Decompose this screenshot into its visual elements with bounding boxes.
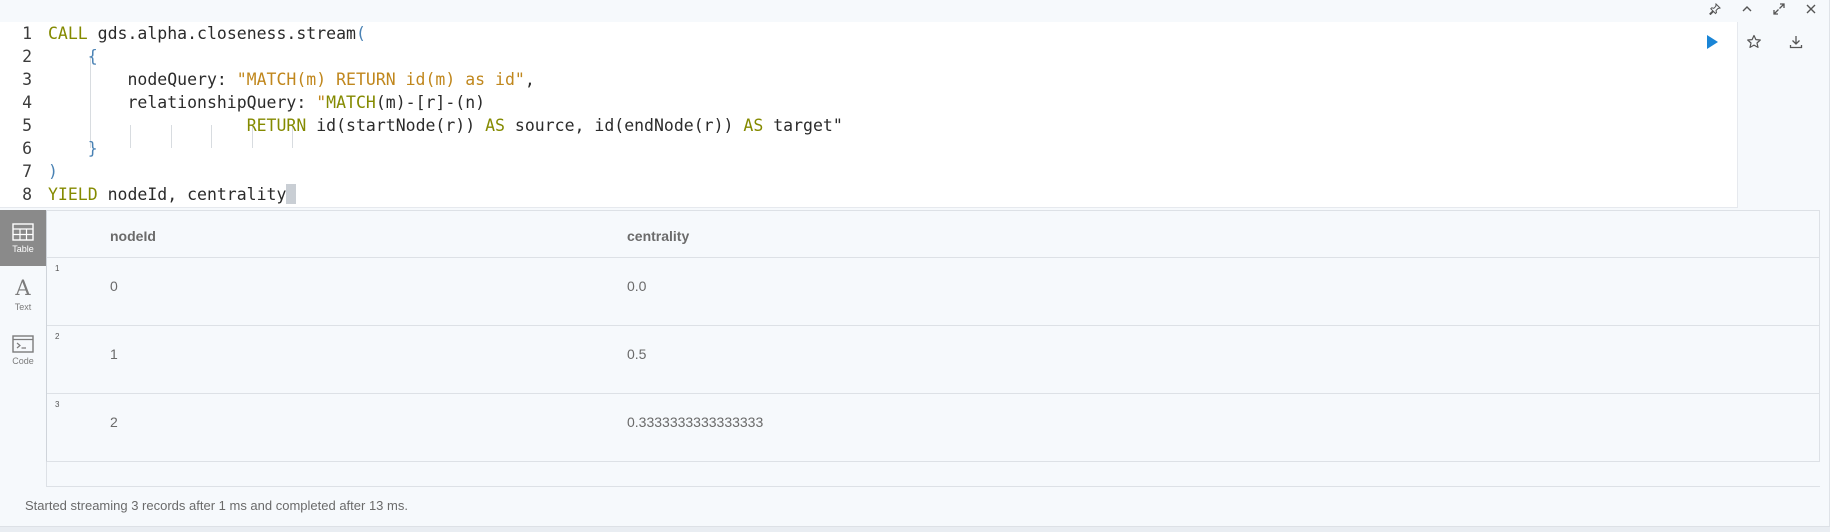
code-token: "MATCH(m) RETURN id(m) as id"	[236, 70, 525, 89]
row-number: 1	[55, 264, 60, 273]
row-number: 3	[55, 400, 60, 409]
line-number: 4	[22, 93, 32, 112]
frame-bottom-edge	[0, 526, 1830, 532]
code-token: )	[48, 162, 58, 181]
code-text: }	[48, 137, 98, 160]
column-header-centrality[interactable]: centrality	[627, 228, 689, 244]
download-icon[interactable]	[1785, 30, 1807, 54]
divider	[46, 486, 1820, 487]
cell-nodeid: 2	[110, 414, 118, 430]
table-row: 3 2 0.3333333333333333	[47, 394, 1819, 462]
line-number: 8	[22, 185, 32, 204]
code-line: 4 relationshipQuery: "MATCH(m)-[r]-(n)	[0, 91, 1700, 114]
code-text: YIELD nodeId, centrality	[48, 183, 297, 206]
code-token: (	[355, 24, 366, 43]
table-icon	[12, 222, 34, 241]
line-number: 7	[22, 162, 32, 181]
frame-controls	[1707, 0, 1819, 18]
line-number: 5	[22, 116, 32, 135]
text-cursor	[286, 184, 297, 204]
tab-table[interactable]: Table	[0, 210, 46, 266]
code-token: }	[87, 139, 98, 158]
text-icon: A	[14, 277, 31, 299]
row-number: 2	[55, 332, 60, 341]
code-text: )	[48, 160, 58, 183]
code-token: {	[87, 47, 98, 66]
table-row: 1 0 0.0	[47, 258, 1819, 326]
column-header-nodeid[interactable]: nodeId	[110, 228, 156, 244]
code-token: relationshipQuery:	[48, 93, 317, 112]
code-token: AS	[743, 116, 764, 135]
code-token: CALL	[48, 24, 88, 43]
close-icon[interactable]	[1803, 1, 1819, 17]
code-token: source, id(endNode(r))	[504, 116, 744, 135]
code-token: AS	[485, 116, 505, 135]
code-line: 8 YIELD nodeId, centrality	[0, 183, 1700, 206]
code-icon	[12, 334, 34, 353]
code-token: YIELD	[48, 185, 98, 204]
editor-actions	[1701, 30, 1807, 54]
code-token: ,	[524, 70, 535, 89]
run-icon[interactable]	[1701, 30, 1723, 54]
query-editor[interactable]: 1 CALL gds.alpha.closeness.stream(2 {3 no…	[0, 22, 1738, 208]
code-line: 7)	[0, 160, 1700, 183]
tab-text[interactable]: A Text	[0, 266, 46, 322]
line-number: 1	[22, 24, 32, 43]
code-token: MATCH	[326, 93, 376, 112]
cell-centrality: 0.3333333333333333	[627, 414, 764, 430]
expand-icon[interactable]	[1771, 1, 1787, 17]
code-token: id(startNode(r))	[306, 116, 486, 135]
code-token: (m)-[r]-(n)	[375, 93, 486, 112]
code-token: gds.alpha.closeness.stream	[87, 24, 356, 43]
results-table: nodeId centrality 1 0 0.0 2 1 0.5 3 2 0.…	[46, 210, 1820, 462]
favorite-star-icon[interactable]	[1743, 30, 1765, 54]
code-line: 1 CALL gds.alpha.closeness.stream(	[0, 22, 1700, 45]
code-line: 6 }	[0, 137, 1700, 160]
code-token: RETURN	[246, 116, 307, 135]
code-token: target"	[763, 116, 843, 135]
code-text: relationshipQuery: "MATCH(m)-[r]-(n)	[48, 91, 485, 114]
line-number: 6	[22, 139, 32, 158]
cell-nodeid: 0	[110, 278, 118, 294]
line-number: 3	[22, 70, 32, 89]
status-message: Started streaming 3 records after 1 ms a…	[25, 498, 408, 513]
tab-text-label: Text	[14, 301, 32, 312]
view-switcher: Table A Text Code	[0, 210, 46, 484]
cell-nodeid: 1	[110, 346, 118, 362]
code-line: 2 {	[0, 45, 1700, 68]
code-token: nodeId, centrality	[97, 185, 287, 204]
tab-code-label: Code	[12, 355, 34, 366]
code-token: nodeQuery:	[48, 70, 237, 89]
divider	[46, 462, 47, 486]
cell-centrality: 0.5	[627, 346, 647, 362]
code-text: RETURN id(startNode(r)) AS source, id(en…	[48, 114, 843, 137]
table-header: nodeId centrality	[47, 211, 1819, 258]
collapse-icon[interactable]	[1739, 1, 1755, 17]
line-number: 2	[22, 47, 32, 66]
tab-code[interactable]: Code	[0, 322, 46, 378]
code-text: {	[48, 45, 98, 68]
code-line: 5 RETURN id(startNode(r)) AS source, id(…	[0, 114, 1700, 137]
cell-centrality: 0.0	[627, 278, 647, 294]
code-token: "	[316, 93, 327, 112]
table-row: 2 1 0.5	[47, 326, 1819, 394]
result-frame: 1 CALL gds.alpha.closeness.stream(2 {3 no…	[0, 0, 1830, 532]
tab-table-label: Table	[12, 243, 34, 254]
pin-icon[interactable]	[1707, 1, 1723, 17]
code-text: nodeQuery: "MATCH(m) RETURN id(m) as id"…	[48, 68, 535, 91]
code-text: CALL gds.alpha.closeness.stream(	[48, 22, 366, 45]
code-line: 3 nodeQuery: "MATCH(m) RETURN id(m) as i…	[0, 68, 1700, 91]
svg-text:A: A	[14, 277, 31, 299]
